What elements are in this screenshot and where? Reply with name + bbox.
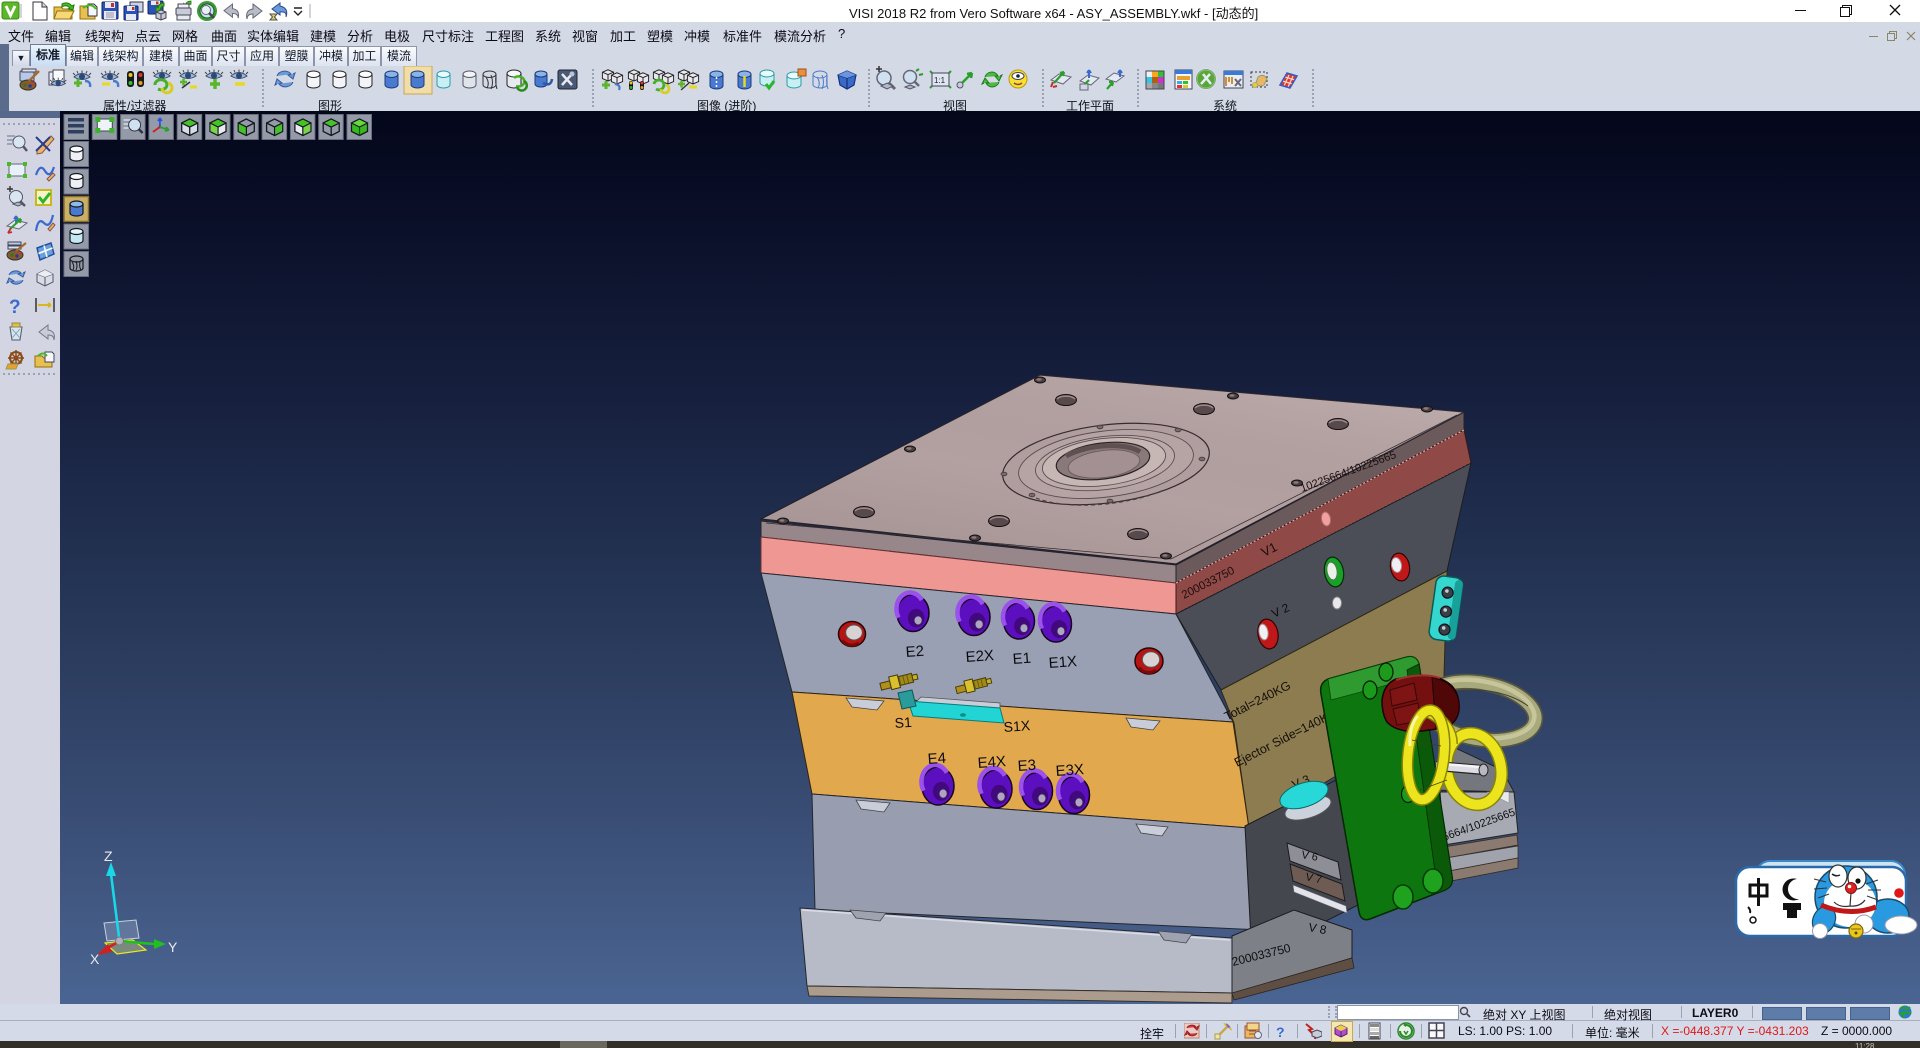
svg-text:E2: E2 [905,643,925,661]
svg-text:X: X [90,951,100,967]
svg-text:E4: E4 [927,750,947,768]
svg-text:?: ? [9,297,21,318]
svg-text:E1: E1 [1012,650,1032,668]
svg-text:Y: Y [168,939,178,955]
svg-text:E1X: E1X [1048,653,1077,672]
svg-text:S1X: S1X [1003,717,1031,735]
svg-text:Z: Z [104,848,113,864]
svg-text:E3X: E3X [1055,761,1084,780]
svg-text:S1: S1 [894,714,912,731]
svg-text:1:1: 1:1 [934,76,946,85]
svg-text:E4X: E4X [977,753,1006,772]
svg-text:E3: E3 [1017,757,1037,775]
svg-text:E2X: E2X [965,647,994,666]
